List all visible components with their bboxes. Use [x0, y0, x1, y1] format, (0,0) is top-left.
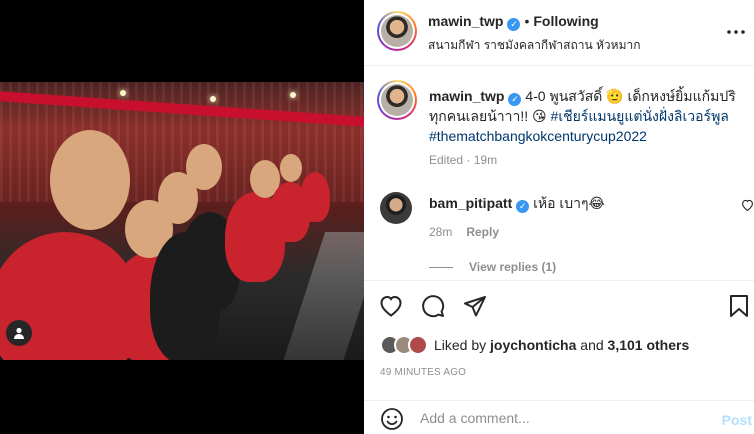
add-comment-bar: Post [364, 400, 754, 434]
emoji-icon[interactable] [380, 407, 404, 434]
pitch-railing [282, 232, 364, 360]
verified-badge-icon: ✓ [507, 18, 521, 31]
media-pane [0, 0, 364, 434]
post-comment-button[interactable]: Post [722, 412, 752, 428]
liked-by-and: and [580, 337, 604, 353]
liked-by-others[interactable]: 3,101 others [608, 337, 690, 353]
caption-author-username[interactable]: mawin_twp [429, 88, 504, 104]
author-avatar[interactable] [377, 11, 417, 51]
comment-meta: 28m Reply [429, 225, 513, 239]
edited-label: Edited [429, 153, 464, 167]
caption-meta: Edited · 19m [429, 153, 497, 167]
post-actions: Liked by joychonticha and 3,101 others 4… [364, 280, 754, 400]
caption-hashtag[interactable]: #thematchbangkokcenturycup2022 [429, 128, 647, 144]
bookmark-icon[interactable] [726, 293, 752, 319]
post-location[interactable]: สนามกีฬา ราชมังคลากีฬาสถาน หัวหมาก [428, 36, 640, 55]
reply-button[interactable]: Reply [466, 225, 499, 239]
commenter-username[interactable]: bam_pitipatt [429, 195, 512, 211]
person [300, 172, 330, 222]
commenter-avatar[interactable] [380, 192, 412, 224]
view-replies-label[interactable]: View replies (1) [469, 260, 556, 274]
share-icon[interactable] [462, 293, 488, 319]
header-user-line: mawin_twp ✓ • Following [428, 13, 599, 31]
tagged-users-icon[interactable] [6, 320, 32, 346]
edited-separator: · [466, 153, 471, 167]
liker-avatars [380, 335, 428, 355]
comment-like-heart-icon[interactable] [741, 198, 754, 214]
comment-text: bam_pitipatt ✓ เห้อ เบาๆ😂 [429, 193, 605, 215]
heart-icon[interactable] [378, 293, 404, 319]
stadium-light [210, 96, 216, 102]
view-replies-line [429, 266, 453, 268]
post-photo[interactable] [0, 82, 364, 360]
person-head [50, 130, 130, 230]
comment-input[interactable] [420, 405, 710, 431]
follow-separator: • [524, 13, 530, 29]
stadium-light [120, 90, 126, 96]
post-details: mawin_twp ✓ • Following สนามกีฬา ราชมังคลาก… [364, 0, 754, 434]
post-header: mawin_twp ✓ • Following สนามกีฬา ราชมังคลาก… [364, 0, 754, 66]
verified-badge-icon: ✓ [508, 93, 522, 106]
liked-by-user[interactable]: joychonticha [490, 337, 576, 353]
person-head [280, 154, 302, 182]
liker-avatar[interactable] [408, 335, 428, 355]
following-button[interactable]: Following [533, 13, 598, 29]
liked-by-summary: Liked by joychonticha and 3,101 others [380, 335, 689, 355]
caption-author-avatar[interactable] [377, 80, 417, 120]
comment-time: 28m [429, 225, 453, 239]
caption-hashtag[interactable]: #เชียร์แมนยูแต่นั่งฝั่งลิเวอร์พูล [551, 108, 729, 124]
post-timestamp[interactable]: 49 MINUTES AGO [380, 367, 466, 378]
liked-by-prefix: Liked by [434, 337, 487, 353]
author-username[interactable]: mawin_twp [428, 13, 503, 29]
caption-text: mawin_twp ✓ 4-0 พูนสวัสดิ์ 🫡 เด็กหงษ์ยิ้ม… [429, 86, 747, 146]
view-replies-button[interactable]: View replies (1) [429, 260, 556, 274]
comment-icon[interactable] [420, 293, 446, 319]
edited-time: 19m [473, 153, 498, 167]
comment-body: เห้อ เบาๆ😂 [533, 195, 605, 211]
stadium-light [290, 92, 296, 98]
verified-badge-icon: ✓ [516, 200, 530, 213]
person-head [186, 144, 222, 190]
more-options-icon[interactable] [724, 20, 748, 44]
